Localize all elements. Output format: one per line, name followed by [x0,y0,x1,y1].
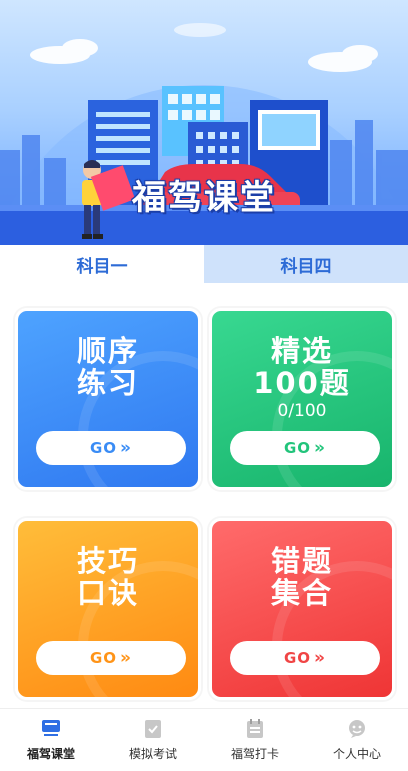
nav-item-profile[interactable]: 个人中心 [306,709,408,771]
nav-label: 模拟考试 [128,747,177,761]
double-chevron-right-icon: » [314,648,327,668]
hero-banner: 福驾课堂 [0,0,408,245]
tab-subject-one[interactable]: 科目一 [0,245,204,283]
nav-item-mock-exam[interactable]: 模拟考试 [102,709,204,771]
card-title-line2: 集合 [270,576,333,610]
go-button[interactable]: GO » [230,641,380,675]
card-title-line2: 口诀 [76,576,139,610]
card-title-line2: 练习 [76,366,139,400]
profile-icon [349,720,365,738]
double-chevron-right-icon: » [120,648,133,668]
card-tips-mnemonics[interactable]: 技巧 口诀 GO » [15,518,201,700]
nav-item-checkin[interactable]: 福驾打卡 [204,709,306,771]
card-title-line1: 顺序 [76,334,139,368]
nav-label: 个人中心 [332,747,381,761]
exam-icon [145,720,161,738]
card-sequential-practice[interactable]: 顺序 练习 GO » [15,308,201,490]
go-label: GO [89,649,118,667]
card-title-line1: 错题 [270,544,333,578]
card-selected-100[interactable]: 精选 100题 0/100 GO » [209,308,395,490]
banner-title: 福驾课堂 [132,178,276,218]
checkin-icon [247,719,263,738]
go-label: GO [89,439,118,457]
progress-count: 0/100 [277,401,327,421]
card-title-line2: 100题 [253,366,351,400]
card-wrong-questions[interactable]: 错题 集合 GO » [209,518,395,700]
bottom-navigation: 福驾课堂 模拟考试 福驾打卡 个人中心 [0,708,408,771]
go-button[interactable]: GO » [36,431,186,465]
nav-item-classroom[interactable]: 福驾课堂 [0,709,102,771]
nav-label: 福驾课堂 [26,747,75,761]
subject-tabs: 科目一 科目四 [0,245,408,283]
double-chevron-right-icon: » [314,438,327,458]
tab-subject-four[interactable]: 科目四 [204,245,408,283]
card-title-line1: 精选 [270,334,333,368]
nav-label: 福驾打卡 [230,747,279,761]
double-chevron-right-icon: » [120,438,133,458]
go-label: GO [283,649,312,667]
card-title-line1: 技巧 [76,544,139,578]
go-button[interactable]: GO » [36,641,186,675]
go-button[interactable]: GO » [230,431,380,465]
go-label: GO [283,439,312,457]
classroom-icon [42,720,60,736]
